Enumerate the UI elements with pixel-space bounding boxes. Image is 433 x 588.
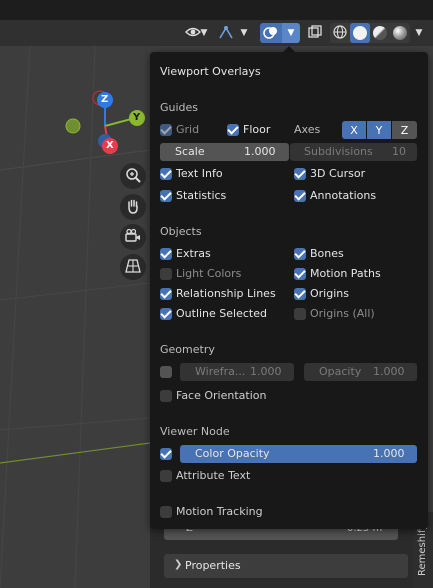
motion-paths-label: Motion Paths bbox=[310, 267, 381, 280]
grid-checkbox[interactable] bbox=[160, 124, 172, 136]
light-colors-checkbox[interactable] bbox=[160, 268, 172, 280]
wireframe-value: 1.000 bbox=[250, 365, 282, 378]
gizmo-y-label: Y bbox=[133, 112, 141, 123]
outline-selected-checkbox[interactable] bbox=[160, 308, 172, 320]
objects-heading: Objects bbox=[160, 225, 202, 238]
motion-tracking-label: Motion Tracking bbox=[176, 505, 263, 518]
properties-panel-label: Properties bbox=[185, 559, 241, 572]
zoom-button[interactable] bbox=[120, 163, 146, 189]
viewer-node-heading: Viewer Node bbox=[160, 425, 230, 438]
color-opacity-label: Color Opacity bbox=[195, 447, 270, 460]
overlays-toggle-button[interactable] bbox=[260, 23, 282, 43]
gizmo-icon bbox=[218, 24, 234, 43]
extras-label: Extras bbox=[176, 247, 211, 260]
zoom-icon bbox=[125, 167, 141, 186]
grid-label: Grid bbox=[176, 123, 200, 136]
bones-label: Bones bbox=[310, 247, 344, 260]
camera-icon bbox=[125, 228, 141, 247]
geometry-heading: Geometry bbox=[160, 343, 215, 356]
3d-cursor-checkbox[interactable] bbox=[294, 168, 306, 180]
color-opacity-value: 1.000 bbox=[373, 447, 405, 460]
chevron-down-icon: ▼ bbox=[287, 28, 295, 38]
annotations-label: Annotations bbox=[310, 189, 377, 202]
subdivisions-value: 10 bbox=[392, 145, 406, 158]
axis-x-toggle[interactable]: X bbox=[342, 121, 366, 139]
chevron-down-icon: ▼ bbox=[200, 28, 208, 38]
wireframe-shading-icon bbox=[333, 24, 347, 42]
chevron-down-icon: ▼ bbox=[240, 28, 248, 38]
axis-z-toggle[interactable]: Z bbox=[392, 121, 417, 139]
motion-paths-checkbox[interactable] bbox=[294, 268, 306, 280]
outline-selected-label: Outline Selected bbox=[176, 307, 267, 320]
gizmo-z-label: Z bbox=[101, 94, 109, 105]
subdivisions-label: Subdivisions bbox=[304, 145, 373, 158]
camera-view-button[interactable] bbox=[120, 224, 146, 250]
text-info-label: Text Info bbox=[176, 167, 223, 180]
gizmo-toggle-button[interactable] bbox=[216, 23, 236, 43]
extras-checkbox[interactable] bbox=[160, 248, 172, 260]
guides-heading: Guides bbox=[160, 101, 199, 114]
pan-button[interactable] bbox=[120, 194, 146, 220]
origins-all-label: Origins (All) bbox=[310, 307, 375, 320]
face-orientation-checkbox[interactable] bbox=[160, 390, 172, 402]
floor-label: Floor bbox=[243, 123, 271, 136]
wireframe-opacity-value: 1.000 bbox=[373, 365, 405, 378]
bones-checkbox[interactable] bbox=[294, 248, 306, 260]
overlays-icon bbox=[263, 24, 279, 43]
attribute-text-label: Attribute Text bbox=[176, 469, 251, 482]
color-opacity-checkbox[interactable] bbox=[160, 448, 172, 460]
solid-shading-icon bbox=[353, 26, 367, 40]
rendered-shading-button[interactable] bbox=[390, 23, 410, 43]
axes-label: Axes bbox=[294, 123, 321, 136]
text-info-checkbox[interactable] bbox=[160, 168, 172, 180]
visibility-dropdown[interactable]: ▼ bbox=[180, 23, 212, 43]
xray-icon bbox=[307, 24, 323, 43]
material-shading-button[interactable] bbox=[370, 23, 390, 43]
wireframe-opacity-label: Opacity bbox=[319, 365, 362, 378]
xray-toggle-button[interactable] bbox=[305, 23, 325, 43]
motion-tracking-checkbox[interactable] bbox=[160, 506, 172, 518]
projection-toggle-button[interactable] bbox=[120, 254, 146, 280]
light-colors-label: Light Colors bbox=[176, 267, 242, 280]
grid-view-icon bbox=[125, 258, 141, 277]
origins-label: Origins bbox=[310, 287, 349, 300]
relationship-lines-checkbox[interactable] bbox=[160, 288, 172, 300]
rendered-shading-icon bbox=[393, 26, 407, 40]
chevron-right-icon: ❯ bbox=[174, 559, 183, 570]
relationship-lines-label: Relationship Lines bbox=[176, 287, 276, 300]
gizmo-x-label: X bbox=[106, 140, 114, 151]
3d-cursor-label: 3D Cursor bbox=[310, 167, 366, 180]
overlays-dropdown[interactable]: ▼ bbox=[282, 23, 300, 43]
material-shading-icon bbox=[373, 26, 387, 40]
chevron-down-icon: ▼ bbox=[415, 28, 423, 38]
shading-dropdown[interactable]: ▼ bbox=[411, 23, 427, 43]
popover-title: Viewport Overlays bbox=[160, 65, 261, 78]
eye-icon bbox=[184, 26, 201, 41]
origins-checkbox[interactable] bbox=[294, 288, 306, 300]
origins-all-checkbox[interactable] bbox=[294, 308, 306, 320]
statistics-label: Statistics bbox=[176, 189, 227, 202]
scale-value: 1.000 bbox=[244, 145, 276, 158]
gizmo-dropdown[interactable]: ▼ bbox=[236, 23, 252, 43]
annotations-checkbox[interactable] bbox=[294, 190, 306, 202]
axis-y-toggle[interactable]: Y bbox=[367, 121, 391, 139]
sidebar-tab-label: Remeshify bbox=[417, 523, 428, 576]
hand-icon bbox=[125, 198, 141, 217]
wireframe-checkbox[interactable] bbox=[160, 366, 172, 378]
floor-checkbox[interactable] bbox=[227, 124, 239, 136]
attribute-text-checkbox[interactable] bbox=[160, 470, 172, 482]
y-axis-line bbox=[0, 442, 151, 464]
top-bar bbox=[0, 0, 433, 20]
wireframe-label: Wirefra... bbox=[195, 365, 246, 378]
scale-label: Scale bbox=[175, 145, 205, 158]
statistics-checkbox[interactable] bbox=[160, 190, 172, 202]
wireframe-shading-button[interactable] bbox=[330, 23, 350, 43]
face-orientation-label: Face Orientation bbox=[176, 389, 267, 402]
solid-shading-button[interactable] bbox=[350, 23, 370, 43]
